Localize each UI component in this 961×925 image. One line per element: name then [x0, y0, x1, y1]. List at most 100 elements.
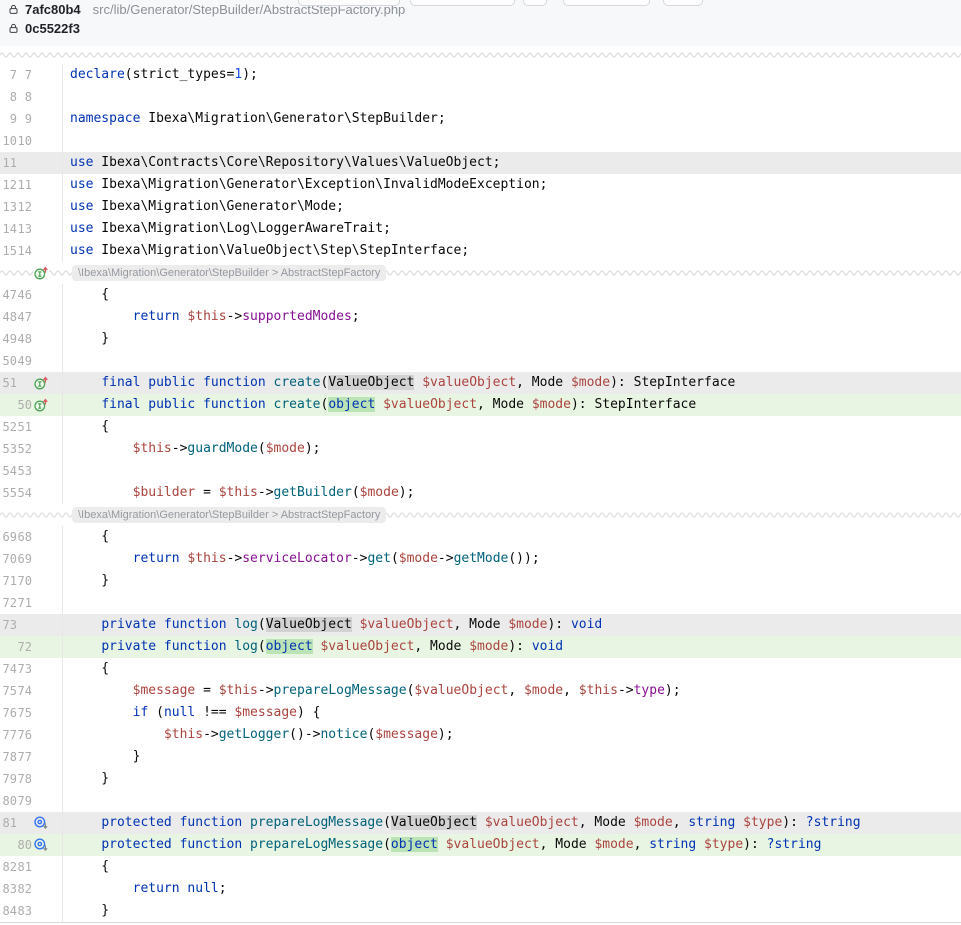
gutter: 7776 — [0, 724, 62, 746]
code-line[interactable]: private function log(object $valueObject… — [62, 636, 961, 658]
overridden-method-icon[interactable] — [33, 837, 49, 853]
code-line[interactable]: } — [62, 900, 961, 922]
code-line[interactable]: { — [62, 284, 961, 306]
code-line[interactable]: return $this->serviceLocator->get($mode-… — [62, 548, 961, 570]
gutter: 5251 — [0, 416, 62, 438]
gutter: 51 — [0, 372, 62, 394]
diff-row: 81 protected function prepareLogMessage(… — [0, 812, 961, 834]
diff-row: 7473 { — [0, 658, 961, 680]
diff-row: 88 — [0, 86, 961, 108]
gutter: 7069 — [0, 548, 62, 570]
overridden-method-icon[interactable] — [33, 815, 49, 831]
line-number-old: 14 — [0, 218, 17, 240]
code-line[interactable]: use Ibexa\Migration\Generator\Exception\… — [62, 174, 961, 196]
code-line[interactable]: declare(strict_types=1); — [62, 64, 961, 86]
line-number-old — [0, 394, 17, 416]
diff-row: 1312use Ibexa\Migration\Generator\Mode; — [0, 196, 961, 218]
gutter: 80 — [0, 834, 62, 856]
line-number-new — [17, 372, 32, 394]
code-line[interactable]: $message = $this->prepareLogMessage($val… — [62, 680, 961, 702]
implements-method-icon[interactable] — [33, 397, 49, 413]
code-line[interactable] — [62, 86, 961, 108]
code-line[interactable]: protected function prepareLogMessage(obj… — [62, 834, 961, 856]
line-number-old: 74 — [0, 658, 17, 680]
diff-row: 8382 return null; — [0, 878, 961, 900]
code-line[interactable]: $builder = $this->getBuilder($mode); — [62, 482, 961, 504]
gutter: 5352 — [0, 438, 62, 460]
code-line[interactable] — [62, 460, 961, 482]
line-number-new: 51 — [17, 416, 32, 438]
code-line[interactable]: { — [62, 526, 961, 548]
diff-row: 4948 } — [0, 328, 961, 350]
diff-row: 5554 $builder = $this->getBuilder($mode)… — [0, 482, 961, 504]
implements-method-icon[interactable] — [33, 375, 49, 391]
diff-row: 5049 — [0, 350, 961, 372]
line-number-old: 69 — [0, 526, 17, 548]
diff-row: 72 private function log(object $valueObj… — [0, 636, 961, 658]
line-number-old: 48 — [0, 306, 17, 328]
code-line[interactable] — [62, 592, 961, 614]
line-number-new: 81 — [17, 856, 32, 878]
line-number-new: 68 — [17, 526, 32, 548]
code-line[interactable]: { — [62, 658, 961, 680]
code-line[interactable]: return null; — [62, 878, 961, 900]
gutter: 4847 — [0, 306, 62, 328]
implements-method-icon[interactable] — [33, 265, 49, 281]
gutter: 77 — [0, 64, 62, 86]
gutter: 7978 — [0, 768, 62, 790]
code-line[interactable]: return $this->supportedModes; — [62, 306, 961, 328]
gutter: 1514 — [0, 240, 62, 262]
line-number-old: 51 — [0, 372, 17, 394]
line-number-old: 52 — [0, 416, 17, 438]
diff-row: 5352 $this->guardMode($mode); — [0, 438, 961, 460]
code-line[interactable]: $this->guardMode($mode); — [62, 438, 961, 460]
code-line[interactable]: } — [62, 328, 961, 350]
line-number-new: 49 — [17, 350, 32, 372]
diff-row: 73 private function log(ValueObject $val… — [0, 614, 961, 636]
diff-row: 7069 return $this->serviceLocator->get($… — [0, 548, 961, 570]
gutter: 6968 — [0, 526, 62, 548]
code-line[interactable]: use Ibexa\Contracts\Core\Repository\Valu… — [62, 152, 961, 174]
line-number-new: 73 — [17, 658, 32, 680]
code-line[interactable]: final public function create(ValueObject… — [62, 372, 961, 394]
code-line[interactable]: namespace Ibexa\Migration\Generator\Step… — [62, 108, 961, 130]
line-number-new — [17, 152, 32, 174]
diff-row: 1010 — [0, 130, 961, 152]
diff-row: 1211use Ibexa\Migration\Generator\Except… — [0, 174, 961, 196]
code-line[interactable]: use Ibexa\Migration\Generator\Mode; — [62, 196, 961, 218]
diff-row: 7776 $this->getLogger()->notice($message… — [0, 724, 961, 746]
code-line[interactable]: final public function create(object $val… — [62, 394, 961, 416]
gutter: 8483 — [0, 900, 62, 922]
diff-row: 4746 { — [0, 284, 961, 306]
diff-row: 51 final public function create(ValueObj… — [0, 372, 961, 394]
breadcrumb[interactable]: \Ibexa\Migration\Generator\StepBuilder >… — [72, 265, 386, 281]
line-number-new: 75 — [17, 702, 32, 724]
code-line[interactable]: $this->getLogger()->notice($message); — [62, 724, 961, 746]
code-line[interactable]: } — [62, 570, 961, 592]
line-number-new: 53 — [17, 460, 32, 482]
code-line[interactable]: if (null !== $message) { — [62, 702, 961, 724]
code-line[interactable]: { — [62, 856, 961, 878]
line-number-new: 82 — [17, 878, 32, 900]
code-line[interactable]: use Ibexa\Migration\ValueObject\Step\Ste… — [62, 240, 961, 262]
code-line[interactable] — [62, 130, 961, 152]
code-line[interactable]: protected function prepareLogMessage(Val… — [62, 812, 961, 834]
diff-row: 5453 — [0, 460, 961, 482]
code-line[interactable] — [62, 790, 961, 812]
gutter: 1010 — [0, 130, 62, 152]
gutter: 72 — [0, 636, 62, 658]
diff-row: 4847 return $this->supportedModes; — [0, 306, 961, 328]
line-number-old: 9 — [0, 108, 17, 130]
breadcrumb[interactable]: \Ibexa\Migration\Generator\StepBuilder >… — [72, 507, 386, 523]
code-line[interactable] — [62, 350, 961, 372]
line-number-old: 78 — [0, 746, 17, 768]
gutter: 8281 — [0, 856, 62, 878]
code-line[interactable]: private function log(ValueObject $valueO… — [62, 614, 961, 636]
code-line[interactable]: use Ibexa\Migration\Log\LoggerAwareTrait… — [62, 218, 961, 240]
code-line[interactable]: } — [62, 768, 961, 790]
gutter: 7473 — [0, 658, 62, 680]
gutter: 73 — [0, 614, 62, 636]
diff-viewer: 7afc80b4 src/lib/Generator/StepBuilder/A… — [0, 0, 961, 925]
code-line[interactable]: } — [62, 746, 961, 768]
code-line[interactable]: { — [62, 416, 961, 438]
